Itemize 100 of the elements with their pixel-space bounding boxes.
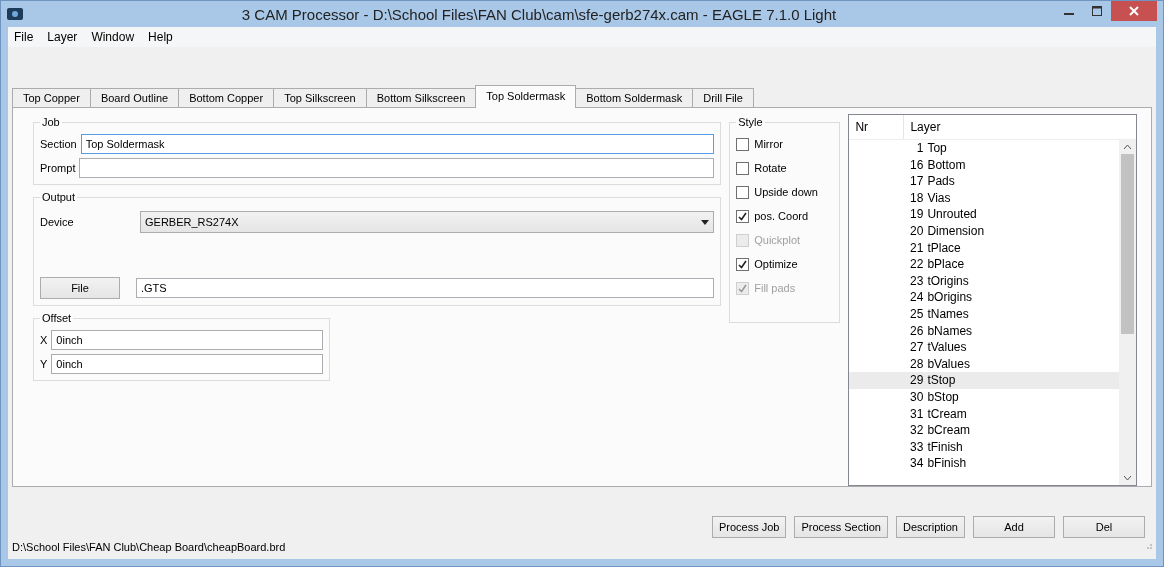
layer-name: Pads: [927, 173, 955, 190]
layer-number: 23: [909, 272, 925, 290]
layer-name: bFinish: [927, 455, 967, 472]
close-button[interactable]: [1111, 1, 1157, 21]
layer-name: Dimension: [927, 222, 985, 240]
layer-row[interactable]: 28 bValues: [849, 355, 1119, 373]
layer-number: 27: [909, 339, 925, 356]
layer-row[interactable]: 21 tPlace: [849, 239, 1119, 257]
layer-row[interactable]: 33 tFinish: [849, 438, 1119, 456]
layer-number: 19: [909, 206, 925, 223]
checkbox[interactable]: [736, 257, 750, 271]
layer-row[interactable]: 19 Unrouted: [849, 206, 1119, 223]
layer-name: tStop: [927, 372, 956, 389]
layer-row[interactable]: 30 bStop: [849, 388, 1119, 406]
layer-name: tNames: [927, 305, 969, 323]
layer-name: tPlace: [927, 239, 961, 257]
layer-row[interactable]: 24 bOrigins: [849, 289, 1119, 306]
layer-row[interactable]: 17 Pads: [849, 173, 1119, 190]
layer-name: Vias: [927, 189, 951, 207]
layer-number: 32: [909, 422, 925, 439]
layer-name: tOrigins: [927, 272, 969, 290]
layer-row[interactable]: 22 bPlace: [849, 256, 1119, 273]
checkbox-label: Fill pads: [754, 282, 796, 294]
layer-name: tFinish: [927, 438, 963, 456]
file-button[interactable]: File: [40, 277, 120, 299]
layer-number: 16: [909, 156, 925, 174]
menu-item[interactable]: File: [14, 30, 34, 44]
layer-name: bCream: [927, 422, 971, 439]
layer-name: Unrouted: [927, 206, 977, 223]
layer-row[interactable]: 20 Dimension: [849, 222, 1119, 240]
layer-row[interactable]: 26 bNames: [849, 322, 1119, 340]
status-text: D:\School Files\FAN Club\Cheap Board\cheapBoard.brd: [12, 541, 286, 553]
layer-name: tValues: [927, 339, 967, 356]
checkbox[interactable]: [736, 137, 750, 151]
maximize-icon: [1092, 6, 1102, 16]
layer-number: 1: [915, 140, 925, 157]
layer-number: 30: [909, 388, 925, 406]
layer-row[interactable]: 29 tStop: [849, 372, 1119, 389]
checkbox[interactable]: [736, 185, 750, 199]
section-field[interactable]: Top Soldermask: [80, 134, 715, 154]
action-button[interactable]: Process Section: [794, 516, 888, 538]
layer-number: 25: [909, 305, 925, 323]
checkbox[interactable]: [736, 161, 750, 175]
checkbox-label: Rotate: [754, 162, 787, 174]
layer-row[interactable]: 1 Top: [849, 140, 1119, 157]
action-button[interactable]: Process Job: [711, 516, 787, 538]
layer-name: bStop: [927, 388, 959, 406]
menu-item[interactable]: Help: [148, 30, 173, 44]
field-label: Y: [40, 358, 48, 370]
app-icon: [7, 8, 23, 20]
file-field[interactable]: .GTS: [136, 278, 715, 298]
tab[interactable]: Top Soldermask: [475, 85, 577, 108]
action-button[interactable]: Description: [895, 516, 965, 538]
action-button[interactable]: Del: [1063, 516, 1145, 538]
dropdown-arrow-icon: [701, 219, 710, 225]
checkbox-label: Quickplot: [754, 234, 801, 246]
field-label: Prompt: [40, 162, 76, 174]
checkbox-label: Mirror: [754, 138, 783, 150]
action-button[interactable]: Add: [973, 516, 1055, 538]
scrollbar[interactable]: [1119, 140, 1136, 485]
close-icon: [1129, 6, 1139, 16]
layer-name: tCream: [927, 405, 967, 423]
layer-number: 26: [909, 322, 925, 340]
layer-number: 21: [909, 239, 925, 257]
layer-row[interactable]: 23 tOrigins: [849, 272, 1119, 290]
layer-row[interactable]: 31 tCream: [849, 405, 1119, 423]
layer-row[interactable]: 27 tValues: [849, 339, 1119, 356]
column-header[interactable]: Nr: [849, 115, 905, 139]
layer-name: bValues: [927, 355, 970, 373]
field-label: X: [40, 334, 48, 346]
layer-row[interactable]: 34 bFinish: [849, 455, 1119, 472]
layer-row[interactable]: 25 tNames: [849, 305, 1119, 323]
layer-number: 33: [909, 438, 925, 456]
window-title: 3 CAM Processor - D:\School Files\FAN Club\cam\sfe-gerb274x.cam - EAGLE 7.1.0 Light: [240, 5, 838, 23]
checkbox-label: Optimize: [754, 258, 798, 270]
layer-name: Bottom: [927, 156, 966, 174]
offset-x-field[interactable]: 0inch: [51, 330, 323, 350]
offset-y-field[interactable]: 0inch: [51, 354, 323, 374]
field-label: Section: [40, 138, 77, 150]
layer-row[interactable]: 16 Bottom: [849, 156, 1119, 174]
group-title: Offset: [41, 312, 73, 324]
column-header[interactable]: Layer: [904, 115, 1105, 139]
prompt-field[interactable]: [79, 158, 715, 178]
layer-row[interactable]: 32 bCream: [849, 422, 1119, 439]
menu-item[interactable]: Window: [91, 30, 135, 44]
layer-row[interactable]: 18 Vias: [849, 189, 1119, 207]
minimize-icon: [1064, 13, 1074, 15]
menu-item[interactable]: Layer: [47, 30, 78, 44]
layer-number: 22: [909, 256, 925, 273]
tab[interactable]: Top Copper: [12, 88, 91, 108]
checkbox-label: Upside down: [754, 186, 818, 198]
device-dropdown[interactable]: GERBER_RS274X: [140, 211, 715, 233]
group-title: Job: [41, 116, 61, 128]
layer-number: 34: [909, 455, 925, 472]
layer-number: 31: [909, 405, 925, 423]
layer-number: 20: [909, 222, 925, 240]
layer-number: 29: [909, 372, 925, 389]
checkbox[interactable]: [736, 209, 750, 223]
layer-name: Top: [927, 140, 947, 157]
tab[interactable]: Drill File: [692, 88, 754, 108]
